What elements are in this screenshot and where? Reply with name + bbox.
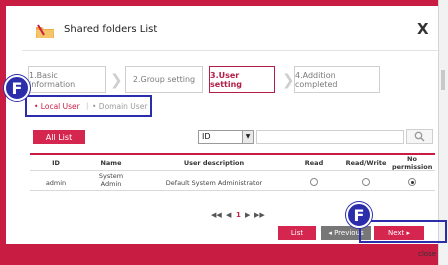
frame-left-border <box>0 0 6 265</box>
frame-bottom-border <box>0 244 448 265</box>
read-write-radio[interactable] <box>362 178 370 186</box>
annotation-marker-tabs: F <box>4 75 30 101</box>
tab-local-user[interactable]: • Local User <box>34 102 80 111</box>
search-field-value: ID <box>202 132 211 141</box>
header-no-permission: No permission <box>392 155 433 171</box>
first-page-button[interactable]: ◀◀ <box>211 211 222 219</box>
search-field-select[interactable]: ID ▼ <box>198 130 254 144</box>
step-arrow-icon: ❯ <box>110 71 123 89</box>
list-button[interactable]: List <box>278 226 316 240</box>
step-group-setting: 2.Group setting <box>125 66 203 93</box>
header-id: ID <box>52 159 60 167</box>
shared-folders-dialog: Shared folders List X 1.Basic informatio… <box>4 8 447 244</box>
step-arrow-icon: ❯ <box>282 71 295 89</box>
tab-domain-user[interactable]: • Domain User <box>92 102 147 111</box>
next-page-button[interactable]: ▶ <box>245 211 250 219</box>
search-icon <box>414 131 425 142</box>
page-number[interactable]: 1 <box>236 211 241 219</box>
header-user-description: User description <box>183 159 245 167</box>
tab-separator: | <box>86 102 89 110</box>
header-divider <box>30 170 435 171</box>
search-input[interactable] <box>256 130 404 144</box>
prev-page-button[interactable]: ◀ <box>226 211 231 219</box>
header-name: Name <box>100 159 122 167</box>
next-highlight-box <box>359 220 447 243</box>
title-divider <box>22 50 440 51</box>
annotation-marker-next: F <box>346 202 372 228</box>
header-read: Read <box>304 159 324 167</box>
all-list-button[interactable]: All List <box>33 130 85 144</box>
step-addition-completed: 4.Addition completed <box>294 66 380 93</box>
row-divider <box>30 190 435 191</box>
header-read-write: Read/Write <box>345 159 387 167</box>
close-button[interactable]: X <box>417 20 429 38</box>
last-page-button[interactable]: ▶▶ <box>254 211 265 219</box>
scrollbar-thumb[interactable] <box>441 70 445 90</box>
table-top-rule <box>30 153 435 155</box>
dropdown-arrow-icon[interactable]: ▼ <box>242 131 253 143</box>
step-user-setting: 3.User setting <box>209 66 275 93</box>
dialog-title: Shared folders List <box>64 24 158 35</box>
step-basic-information: 1.Basic information <box>28 66 106 93</box>
cell-user-description: Default System Administrator <box>165 179 263 187</box>
search-button[interactable] <box>406 129 433 144</box>
cell-name: System Admin <box>98 172 124 188</box>
browser-window: close Shared folders List X 1.Basic info… <box>0 0 448 265</box>
close-hint[interactable]: close <box>418 250 436 258</box>
no-permission-radio[interactable] <box>408 178 416 186</box>
folder-icon <box>36 24 54 38</box>
frame-top-border <box>0 0 448 6</box>
cell-id: admin <box>45 179 67 187</box>
read-radio[interactable] <box>310 178 318 186</box>
